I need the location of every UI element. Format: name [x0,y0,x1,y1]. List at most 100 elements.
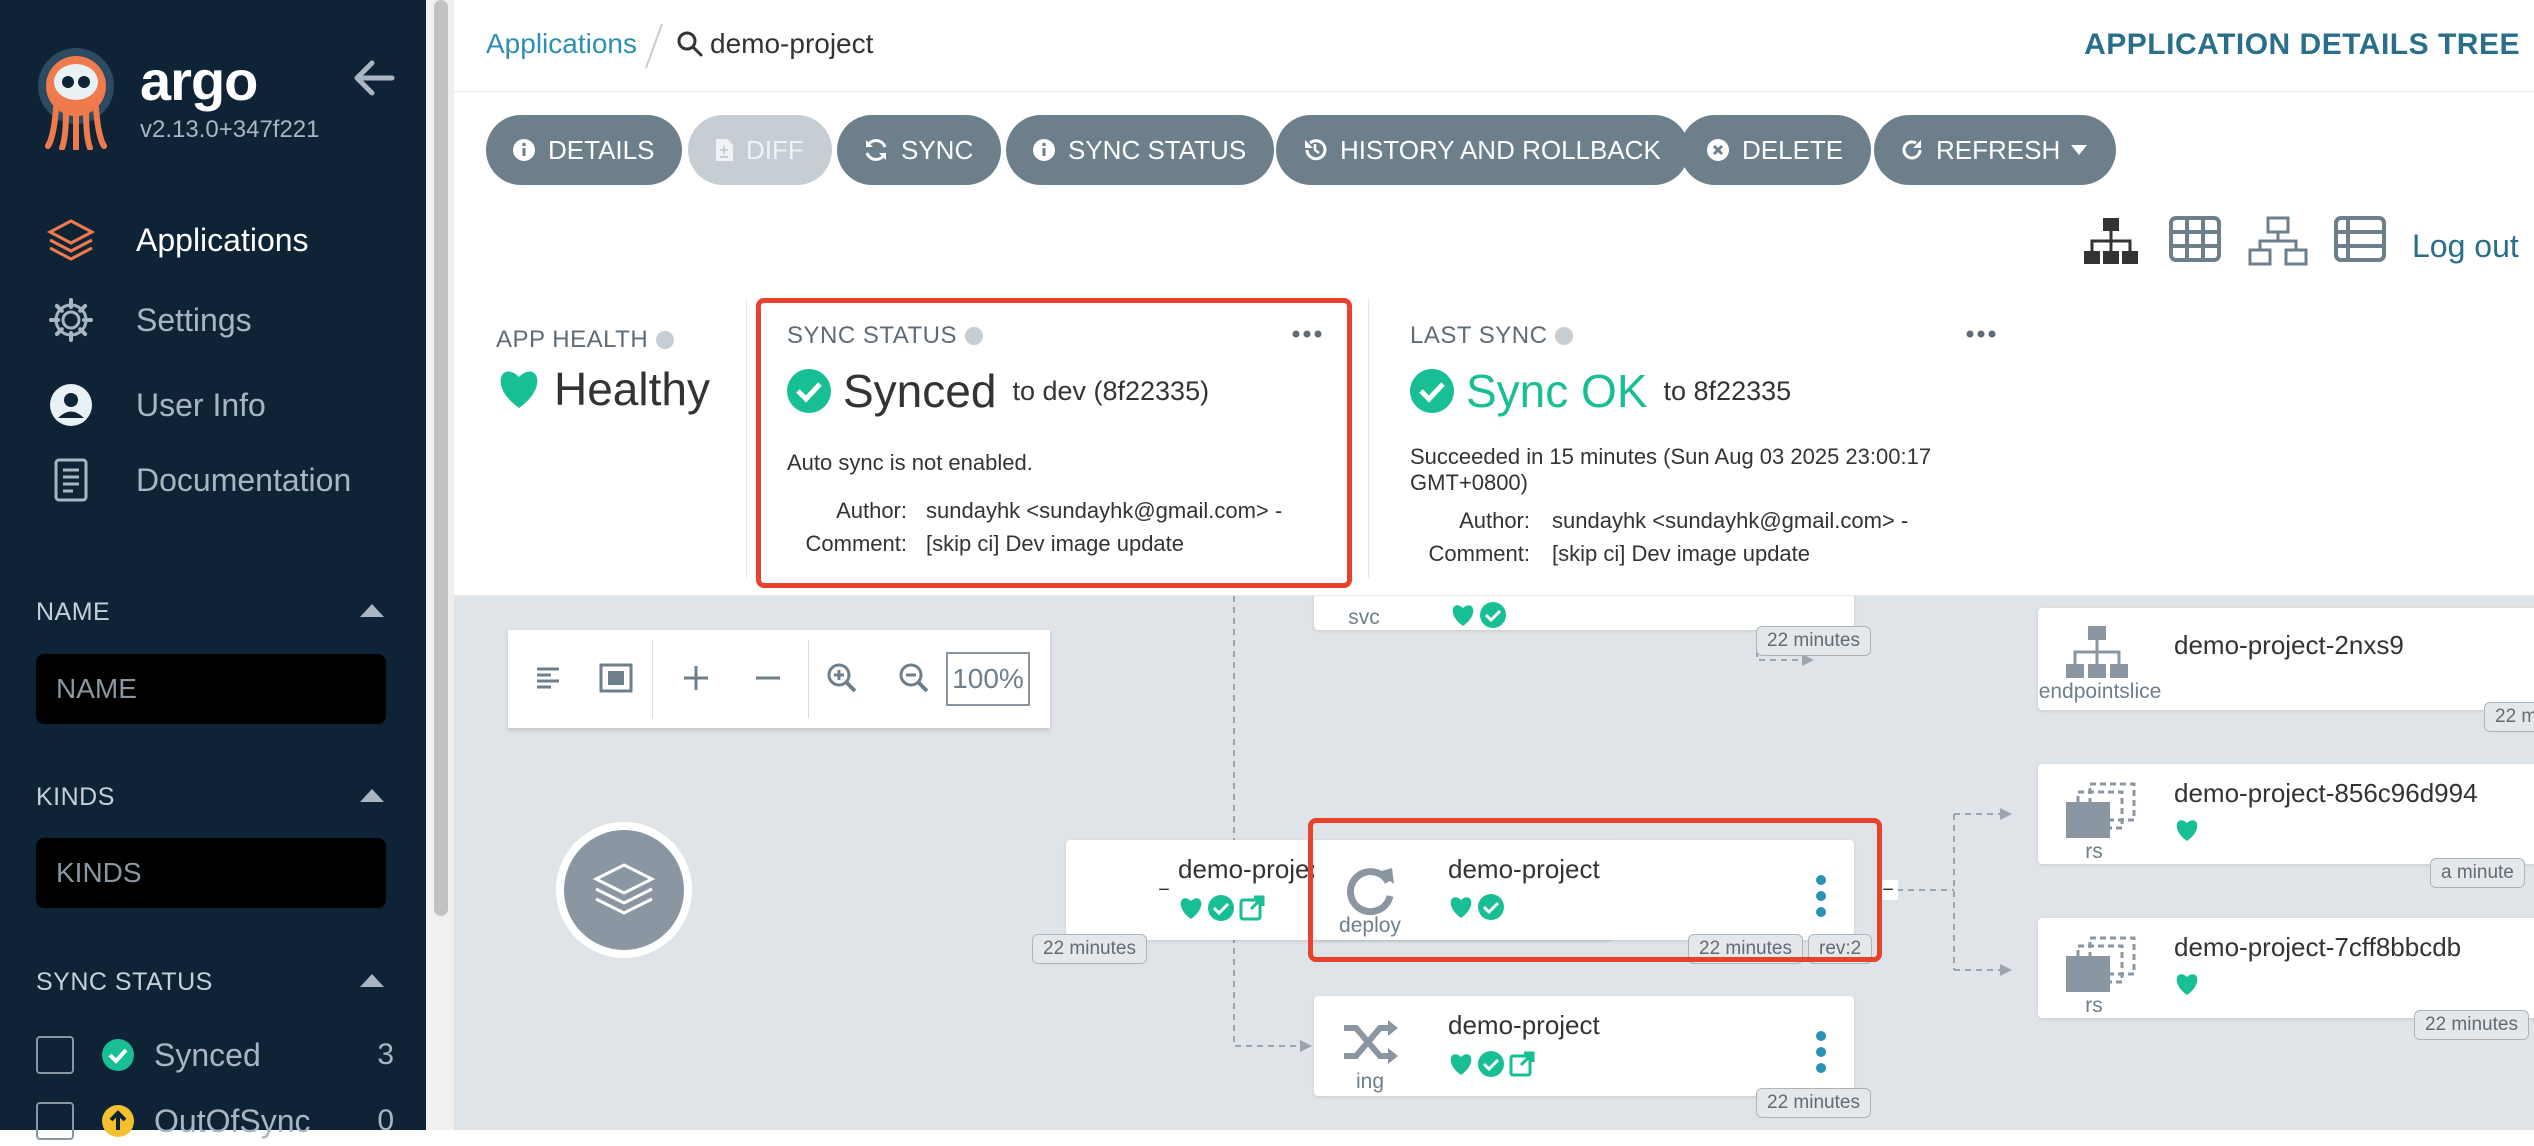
help-icon[interactable] [964,327,983,345]
breadcrumb-separator [644,22,664,70]
layers-icon [46,215,96,265]
ingress-shuffle-icon [1344,1020,1398,1064]
author-value: sundayhk <sundayhk@gmail.com> - [1552,508,1909,533]
node-age-badge: 22 minutes [2414,1010,2529,1040]
more-vertical-icon[interactable] [1814,874,1828,918]
replicaset-icon [2066,782,2136,838]
tree-node-deployment[interactable]: deploy demo-project [1314,840,1854,940]
node-name: demo-project [1448,854,1600,884]
tree-node-ingress[interactable]: ing demo-project [1314,996,1854,1096]
zoom-in-icon[interactable] [814,650,870,706]
auto-sync-note: Auto sync is not enabled. [787,450,1033,475]
last-sync-detail-line1: Succeeded in 15 minutes (Sun Aug 03 2025… [1410,444,1932,469]
node-age-badge: a minute [2430,858,2525,888]
nav-documentation[interactable]: Documentation [0,445,426,515]
caret-up-icon[interactable] [358,971,386,989]
zoom-level[interactable]: 100% [946,652,1030,706]
diff-button[interactable]: DIFF [688,115,832,185]
node-status-badges [2174,818,2200,842]
delete-button[interactable]: DELETE [1680,115,1872,185]
file-diff-icon [716,139,733,161]
details-button[interactable]: DETAILS [486,115,683,185]
help-icon[interactable] [656,331,675,349]
tree-node-replicaset[interactable]: rs demo-project-856c96d994 [2038,764,2534,864]
align-left-icon[interactable] [520,650,576,706]
times-circle-icon [1707,139,1729,161]
external-link-icon[interactable] [1238,894,1266,922]
more-vertical-icon[interactable] [1814,1030,1828,1074]
zoom-out-icon[interactable] [886,650,942,706]
node-status-badges [1178,894,1266,922]
sync-icon [865,139,887,161]
external-link-icon[interactable] [1508,1050,1536,1078]
network-view-icon[interactable] [2248,216,2308,266]
filter-option-label: Synced [154,1036,261,1073]
sync-button[interactable]: SYNC [837,115,1002,185]
plus-icon[interactable] [668,650,724,706]
filter-option-synced[interactable]: Synced 3 [36,1030,406,1080]
list-view-icon[interactable] [2334,216,2392,266]
last-sync-detail-line2: GMT+0800) [1410,470,1528,495]
tree-node-replicaset[interactable]: rs demo-project-7cff8bbcdb [2038,918,2534,1018]
name-filter-input[interactable] [36,654,386,724]
author-key: Author: [1459,508,1530,533]
panel-divider [1368,298,1369,578]
collapse-sidebar-arrow-icon[interactable] [352,56,396,100]
filter-option-count: 0 [377,1104,394,1137]
node-kind: ing [1355,1070,1385,1093]
nav-label: Applications [136,221,309,258]
history-icon [1305,139,1327,161]
main-scrollbar-thumb[interactable] [434,0,448,916]
help-icon[interactable] [1555,327,1574,345]
tree-view-icon[interactable] [2082,216,2140,266]
heart-icon [500,371,538,408]
last-sync-status: Sync OK to 8f22335 [1410,364,1791,418]
heart-icon [2176,820,2198,841]
last-sync-label: LAST SYNC [1410,322,1574,350]
app-health-value: Healthy [554,363,710,415]
resource-tree-canvas[interactable]: 100% svc 22 minutes endpointslice demo-p… [454,596,2534,1130]
filter-option-outofsync[interactable]: OutOfSync 0 [36,1096,406,1146]
breadcrumb-current: demo-project [710,28,874,59]
fit-screen-icon[interactable] [588,650,644,706]
heart-icon [1180,898,1202,919]
zoom-controls: 100% [508,630,1050,728]
check-circle-icon [1478,1051,1504,1077]
history-and-rollback-button[interactable]: HISTORY AND ROLLBACK [1276,115,1689,185]
last-sync-value: Sync OK [1466,365,1648,417]
sync-status-more-icon[interactable] [1292,326,1322,338]
sync-status-button[interactable]: SYNC STATUS [1006,115,1275,185]
check-circle-icon [102,1039,134,1071]
checkbox[interactable] [36,1036,74,1074]
check-circle-icon [1480,602,1506,628]
info-icon [1033,139,1055,161]
kinds-filter-input[interactable] [36,838,386,908]
tree-node-endpointslice[interactable]: endpointslice demo-project-2nxs9 [2038,608,2534,710]
heart-icon [2176,974,2198,995]
filter-option-label: OutOfSync [154,1102,311,1139]
book-icon [46,455,96,505]
comment-key: Comment: [805,531,907,556]
pods-grid-view-icon[interactable] [2169,216,2227,266]
redo-icon [1902,140,1922,160]
collapse-toggle[interactable]: − [1878,880,1898,900]
minus-icon[interactable] [740,650,796,706]
last-sync-more-icon[interactable] [1966,326,1996,338]
node-revision-badge: rev:2 [1808,934,1873,964]
caret-up-icon[interactable] [358,601,386,619]
arrow-up-circle-icon [102,1105,134,1137]
nav-settings[interactable]: Settings [0,285,426,355]
nav-applications[interactable]: Applications [0,205,426,275]
brand-name: argo [140,49,258,112]
tree-node-svc[interactable]: svc [1314,596,1854,630]
nav-user-info[interactable]: User Info [0,370,426,440]
logout-link[interactable]: Log out [2412,228,2519,265]
breadcrumb-applications-link[interactable]: Applications [486,28,637,60]
caret-up-icon[interactable] [358,786,386,804]
refresh-button[interactable]: REFRESH [1874,115,2117,185]
node-age-badge: 22 minutes [1032,934,1147,964]
sync-status-label: SYNC STATUS [787,322,983,350]
collapse-toggle[interactable]: − [1154,880,1174,900]
divider [652,640,653,718]
checkbox[interactable] [36,1102,74,1140]
